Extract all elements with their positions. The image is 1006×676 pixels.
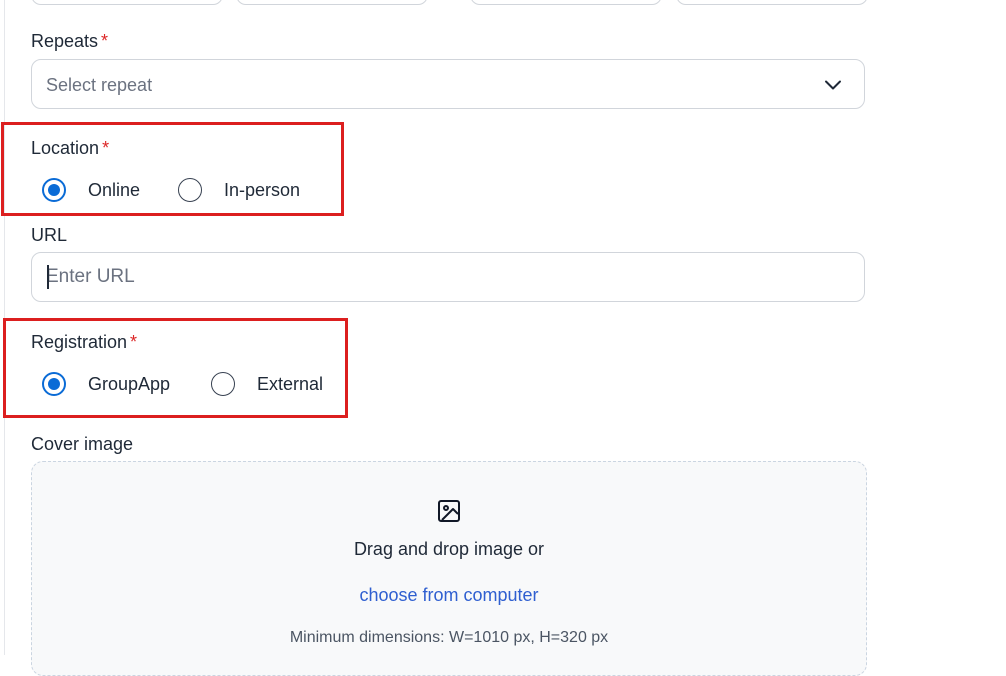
repeats-label: Repeats * [31,31,108,52]
cover-image-dropzone[interactable]: Drag and drop image or choose from compu… [31,461,867,676]
repeats-select[interactable]: Select repeat [31,59,865,109]
location-highlight-box [1,122,344,216]
chevron-down-icon [824,76,842,99]
drag-drop-text: Drag and drop image or [353,539,545,559]
choose-from-computer-link[interactable]: choose from computer [32,585,866,606]
min-dimensions-hint: Minimum dimensions: W=1010 px, H=320 px [289,629,609,646]
required-mark: * [101,31,109,51]
top-field-2[interactable] [236,0,428,5]
top-field-3[interactable] [470,0,662,5]
url-input[interactable] [31,252,865,302]
image-icon [437,499,461,528]
cover-image-label: Cover image [31,434,134,454]
url-label: URL [31,225,68,245]
registration-highlight-box [3,318,348,418]
top-field-4[interactable] [676,0,868,5]
repeats-placeholder: Select repeat [46,75,153,95]
text-cursor [47,265,49,289]
repeats-label-text: Repeats [31,31,99,51]
top-field-1[interactable] [31,0,223,5]
